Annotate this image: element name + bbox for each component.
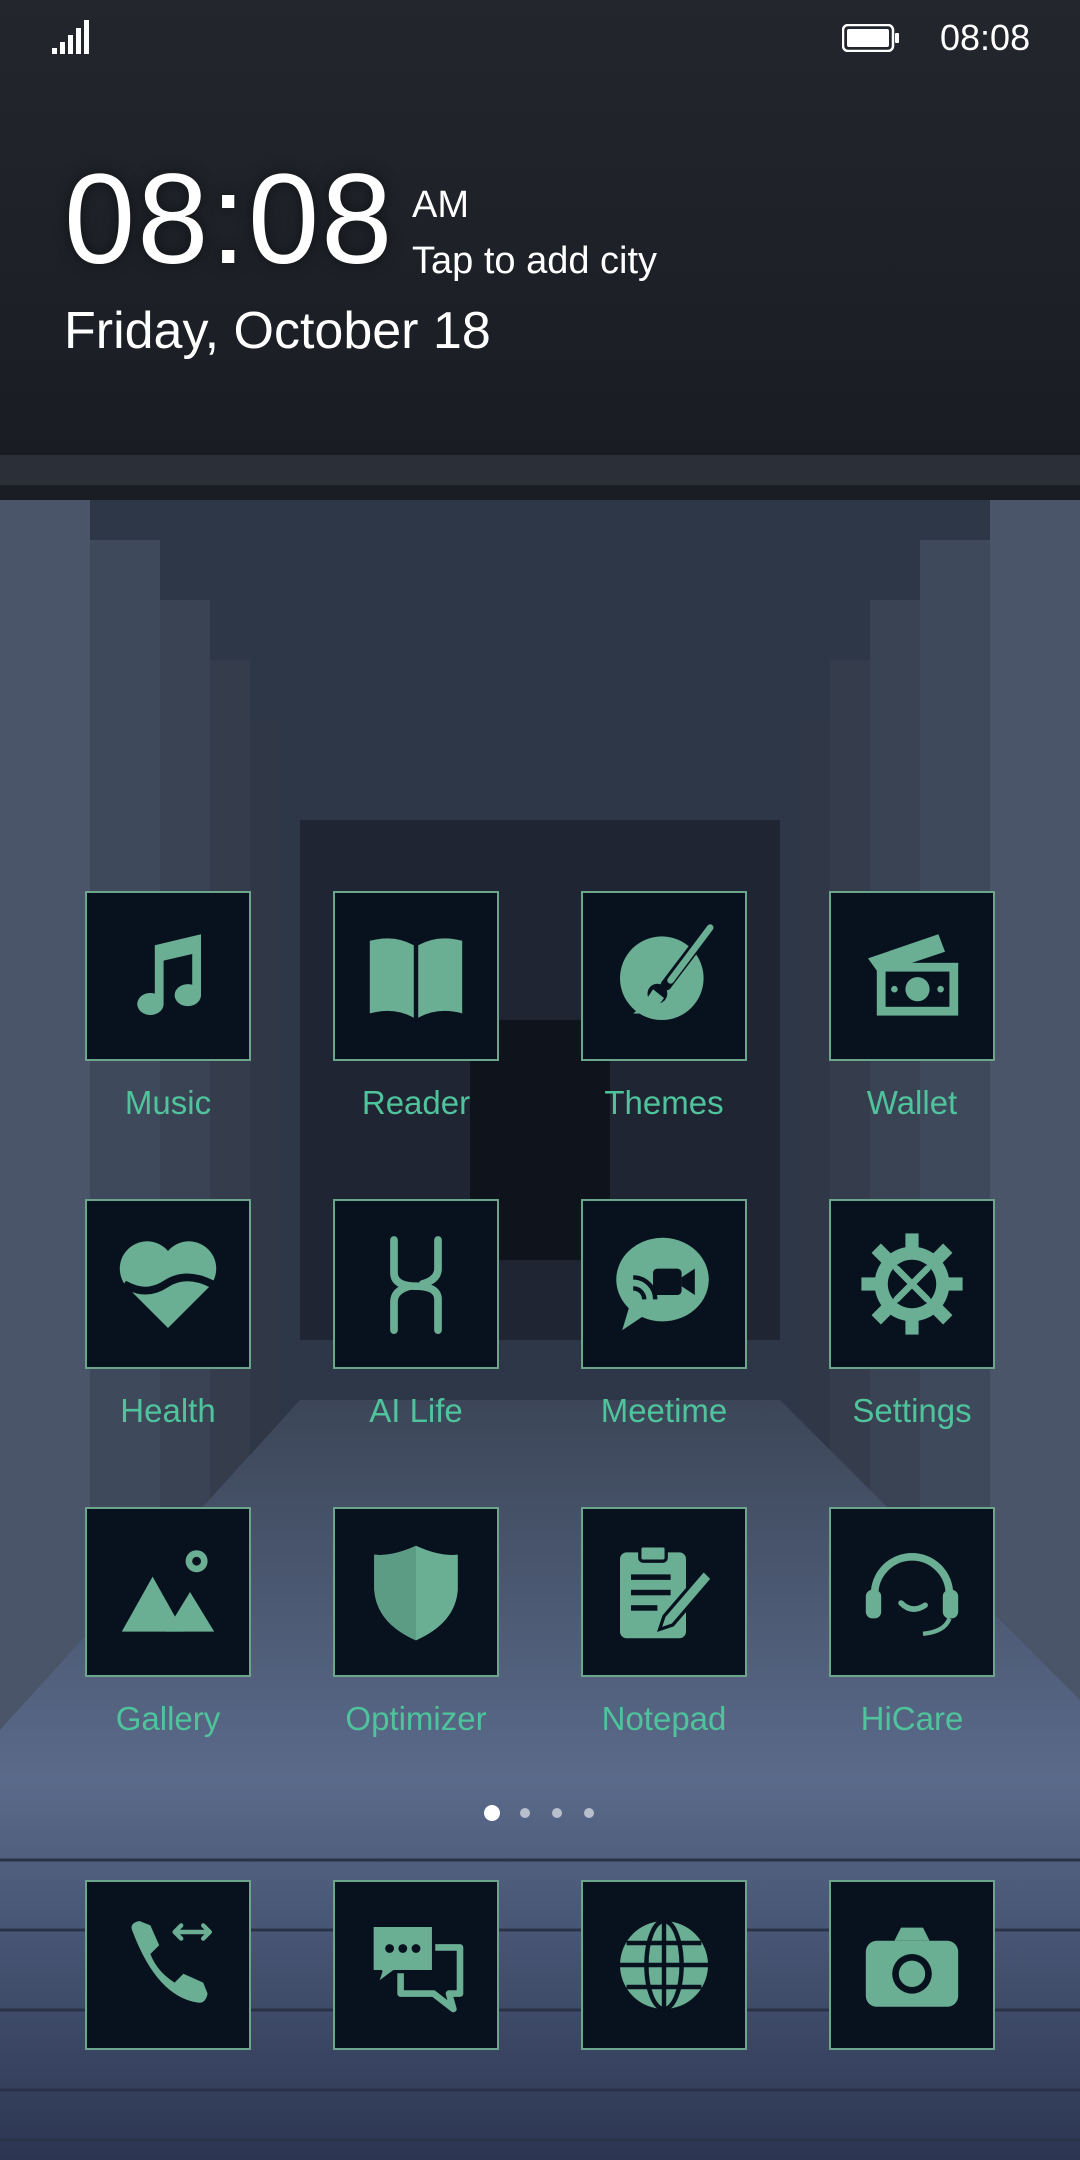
dock-browser[interactable] bbox=[581, 1880, 747, 2050]
app-meetime[interactable]: Meetime bbox=[581, 1199, 747, 1431]
wallet-icon bbox=[868, 934, 959, 1016]
app-tile[interactable] bbox=[333, 891, 499, 1061]
page-dot[interactable] bbox=[552, 1808, 562, 1818]
app-label: Reader bbox=[361, 1084, 471, 1121]
headset-icon bbox=[865, 1552, 959, 1636]
app-tile[interactable] bbox=[581, 1880, 747, 2050]
widget-city-prompt[interactable]: Tap to add city bbox=[412, 238, 657, 284]
ai-life-icon bbox=[390, 1236, 442, 1335]
app-tile[interactable] bbox=[333, 1199, 499, 1369]
app-label: Gallery bbox=[115, 1700, 221, 1737]
app-tile[interactable] bbox=[85, 1199, 251, 1369]
widget-ampm: AM bbox=[412, 184, 469, 226]
page-indicator[interactable] bbox=[480, 1802, 600, 1826]
widget-date[interactable]: Friday, October 18 bbox=[64, 300, 491, 362]
app-label: Themes bbox=[604, 1084, 724, 1121]
app-hicare[interactable]: HiCare bbox=[829, 1507, 995, 1739]
app-label: Health bbox=[120, 1392, 216, 1429]
app-health[interactable]: Health bbox=[85, 1199, 251, 1431]
paintbrush-icon bbox=[620, 924, 714, 1020]
app-optimizer[interactable]: Optimizer bbox=[333, 1507, 499, 1739]
app-ai-life[interactable]: AI Life bbox=[333, 1199, 499, 1431]
battery-icon bbox=[842, 24, 899, 52]
app-tile[interactable] bbox=[85, 891, 251, 1061]
heart-icon bbox=[119, 1241, 217, 1328]
app-tile[interactable] bbox=[829, 1507, 995, 1677]
gear-icon bbox=[861, 1233, 963, 1335]
notepad-icon bbox=[620, 1544, 715, 1639]
app-label: AI Life bbox=[369, 1392, 463, 1429]
dock-phone[interactable] bbox=[85, 1880, 251, 2050]
app-tile[interactable] bbox=[829, 1199, 995, 1369]
app-label: Meetime bbox=[600, 1392, 728, 1429]
app-gallery[interactable]: Gallery bbox=[85, 1507, 251, 1739]
app-tile[interactable] bbox=[85, 1880, 251, 2050]
page-dot-active[interactable] bbox=[484, 1805, 500, 1821]
app-tile[interactable] bbox=[333, 1507, 499, 1677]
globe-icon bbox=[620, 1918, 708, 2012]
app-music[interactable]: Music bbox=[85, 891, 251, 1123]
status-bar: 08:08 bbox=[0, 0, 1080, 80]
dock-messages[interactable] bbox=[333, 1880, 499, 2050]
app-label: Wallet bbox=[866, 1084, 958, 1121]
app-tile[interactable] bbox=[581, 1507, 747, 1677]
page-dot[interactable] bbox=[584, 1808, 594, 1818]
app-label: Notepad bbox=[601, 1700, 727, 1737]
book-icon bbox=[369, 938, 463, 1018]
page-dot[interactable] bbox=[520, 1808, 530, 1818]
app-label: Optimizer bbox=[345, 1700, 487, 1737]
app-themes[interactable]: Themes bbox=[581, 891, 747, 1123]
camera-icon bbox=[865, 1927, 959, 2007]
app-label: Music bbox=[124, 1084, 212, 1121]
app-tile[interactable] bbox=[581, 891, 747, 1061]
app-label: Settings bbox=[852, 1392, 972, 1429]
app-tile[interactable] bbox=[333, 1880, 499, 2050]
app-tile[interactable] bbox=[829, 891, 995, 1061]
status-clock: 08:08 bbox=[940, 17, 1031, 58]
home-screen: 08:08 08:08 AM Tap to add city Friday, O… bbox=[0, 0, 1080, 2160]
phone-icon bbox=[131, 1921, 212, 2003]
app-wallet[interactable]: Wallet bbox=[829, 891, 995, 1123]
widget-time[interactable]: 08:08 bbox=[64, 150, 394, 290]
app-reader[interactable]: Reader bbox=[333, 891, 499, 1123]
app-tile[interactable] bbox=[85, 1507, 251, 1677]
messages-icon bbox=[370, 1923, 464, 2013]
video-chat-icon bbox=[616, 1237, 709, 1331]
shield-icon bbox=[374, 1545, 458, 1641]
app-tile[interactable] bbox=[581, 1199, 747, 1369]
app-settings[interactable]: Settings bbox=[829, 1199, 995, 1431]
signal-icon bbox=[52, 20, 89, 54]
app-tile[interactable] bbox=[829, 1880, 995, 2050]
dock-camera[interactable] bbox=[829, 1880, 995, 2050]
app-notepad[interactable]: Notepad bbox=[581, 1507, 747, 1739]
gallery-icon bbox=[121, 1550, 215, 1632]
music-note-icon bbox=[137, 934, 201, 1015]
app-label: HiCare bbox=[860, 1700, 964, 1737]
